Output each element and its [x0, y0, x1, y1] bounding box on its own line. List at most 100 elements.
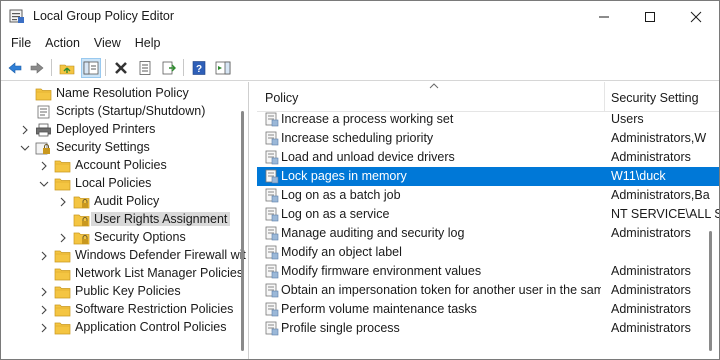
- maximize-button[interactable]: [627, 1, 673, 32]
- tree-item-label: User Rights Assignment: [91, 212, 231, 226]
- window-title: Local Group Policy Editor: [33, 9, 175, 23]
- tree-item-label: Public Key Policies: [75, 284, 181, 298]
- printer-icon: [35, 122, 52, 138]
- policy-name: Increase a process working set: [281, 112, 454, 126]
- chevron-right-icon[interactable]: [38, 322, 50, 334]
- policy-row[interactable]: Modify firmware environment values Admini…: [257, 262, 719, 281]
- folder-icon: [54, 320, 71, 336]
- toolbar: ?: [1, 54, 719, 81]
- folder-lock-icon: [73, 194, 90, 210]
- tree-item[interactable]: Security Options: [1, 229, 248, 247]
- tree-item[interactable]: User Rights Assignment: [1, 211, 248, 229]
- tree-item[interactable]: Network List Manager Policies: [1, 265, 248, 283]
- policy-row[interactable]: Lock pages in memory W11\duck: [257, 167, 719, 186]
- security-setting-value: W11\duck: [611, 169, 666, 183]
- close-button[interactable]: [673, 1, 719, 32]
- list-scrollbar[interactable]: [709, 231, 712, 351]
- folder-icon: [54, 248, 71, 264]
- folder-icon: [54, 158, 71, 174]
- policy-name: Modify firmware environment values: [281, 264, 482, 278]
- policy-name: Obtain an impersonation token for anothe…: [281, 283, 601, 297]
- policy-name: Log on as a service: [281, 207, 390, 221]
- folder-icon: [54, 302, 71, 318]
- menu-help[interactable]: Help: [129, 32, 167, 54]
- tree-item[interactable]: Name Resolution Policy: [1, 85, 248, 103]
- help-icon: ?: [192, 61, 206, 75]
- chevron-down-icon[interactable]: [19, 142, 31, 154]
- policy-row[interactable]: Perform volume maintenance tasks Administ…: [257, 300, 719, 319]
- chevron-right-icon[interactable]: [19, 124, 31, 136]
- title-bar[interactable]: Local Group Policy Editor: [1, 1, 719, 32]
- policy-setting-icon: [265, 302, 279, 317]
- chevron-right-icon[interactable]: [57, 196, 69, 208]
- policy-setting-icon: [265, 131, 279, 146]
- column-divider[interactable]: [604, 82, 605, 112]
- up-one-level-button[interactable]: [57, 58, 77, 78]
- tree-item[interactable]: Application Control Policies: [1, 319, 248, 337]
- policy-row[interactable]: Log on as a batch job Administrators,Ba: [257, 186, 719, 205]
- policy-row[interactable]: Obtain an impersonation token for anothe…: [257, 281, 719, 300]
- security-setting-value: Administrators,W: [611, 131, 707, 145]
- help-button[interactable]: ?: [189, 58, 209, 78]
- policy-row[interactable]: Load and unload device drivers Administra…: [257, 148, 719, 167]
- menu-file[interactable]: File: [5, 32, 37, 54]
- policy-setting-icon: [265, 226, 279, 241]
- security-setting-value: Administrators,Ba: [611, 188, 710, 202]
- properties-button[interactable]: [135, 58, 155, 78]
- column-header-policy[interactable]: Policy: [265, 91, 298, 105]
- tree-item-label: Scripts (Startup/Shutdown): [56, 104, 206, 118]
- security-setting-value: NT SERVICE\ALL S: [611, 207, 719, 221]
- chevron-right-icon[interactable]: [38, 250, 50, 262]
- group-policy-app-icon: [9, 8, 25, 24]
- column-header-security-setting[interactable]: Security Setting: [611, 91, 699, 105]
- delete-button[interactable]: [111, 58, 131, 78]
- policy-setting-icon: [265, 283, 279, 298]
- menu-view[interactable]: View: [88, 32, 127, 54]
- chevron-right-icon[interactable]: [38, 286, 50, 298]
- policy-row[interactable]: Profile single process Administrators: [257, 319, 719, 338]
- back-button[interactable]: [5, 58, 25, 78]
- minimize-icon: [599, 16, 609, 17]
- policy-setting-icon: [265, 169, 279, 184]
- tree-item[interactable]: Audit Policy: [1, 193, 248, 211]
- security-setting-value: Administrators: [611, 321, 691, 335]
- menu-action[interactable]: Action: [39, 32, 86, 54]
- show-action-pane-button[interactable]: [213, 58, 233, 78]
- tree-item-label: Security Options: [94, 230, 186, 244]
- policy-row[interactable]: Log on as a service NT SERVICE\ALL S: [257, 205, 719, 224]
- show-hide-console-tree-button[interactable]: [81, 58, 101, 78]
- tree-item[interactable]: Deployed Printers: [1, 121, 248, 139]
- policy-row[interactable]: Manage auditing and security log Administ…: [257, 224, 719, 243]
- export-list-button[interactable]: [159, 58, 179, 78]
- tree-scrollbar[interactable]: [241, 111, 244, 351]
- chevron-right-icon[interactable]: [57, 232, 69, 244]
- security-setting-value: Users: [611, 112, 644, 126]
- policy-setting-icon: [265, 264, 279, 279]
- tree-item[interactable]: Scripts (Startup/Shutdown): [1, 103, 248, 121]
- chevron-down-icon[interactable]: [38, 178, 50, 190]
- tree-item[interactable]: Software Restriction Policies: [1, 301, 248, 319]
- policy-setting-icon: [265, 112, 279, 127]
- tree-item[interactable]: Local Policies: [1, 175, 248, 193]
- tree-item-label: Network List Manager Policies: [75, 266, 244, 280]
- policy-row[interactable]: Modify an object label: [257, 243, 719, 262]
- tree-item[interactable]: Security Settings: [1, 139, 248, 157]
- security-setting-value: Administrators: [611, 283, 691, 297]
- forward-button[interactable]: [27, 58, 47, 78]
- forward-arrow-icon: [30, 62, 44, 74]
- chevron-right-icon[interactable]: [38, 304, 50, 316]
- tree-item[interactable]: Account Policies: [1, 157, 248, 175]
- tree-item[interactable]: Public Key Policies: [1, 283, 248, 301]
- properties-icon: [139, 61, 151, 75]
- policy-row[interactable]: Increase a process working set Users: [257, 110, 719, 129]
- policy-setting-icon: [265, 321, 279, 336]
- folder-icon: [54, 284, 71, 300]
- export-list-icon: [162, 61, 176, 75]
- tree-item[interactable]: Windows Defender Firewall wit: [1, 247, 248, 265]
- minimize-button[interactable]: [581, 1, 627, 32]
- policy-row[interactable]: Increase scheduling priority Administrato…: [257, 129, 719, 148]
- script-icon: [35, 104, 52, 120]
- chevron-right-icon[interactable]: [38, 160, 50, 172]
- tree-item-label: Account Policies: [75, 158, 167, 172]
- tree-item-label: Security Settings: [56, 140, 150, 154]
